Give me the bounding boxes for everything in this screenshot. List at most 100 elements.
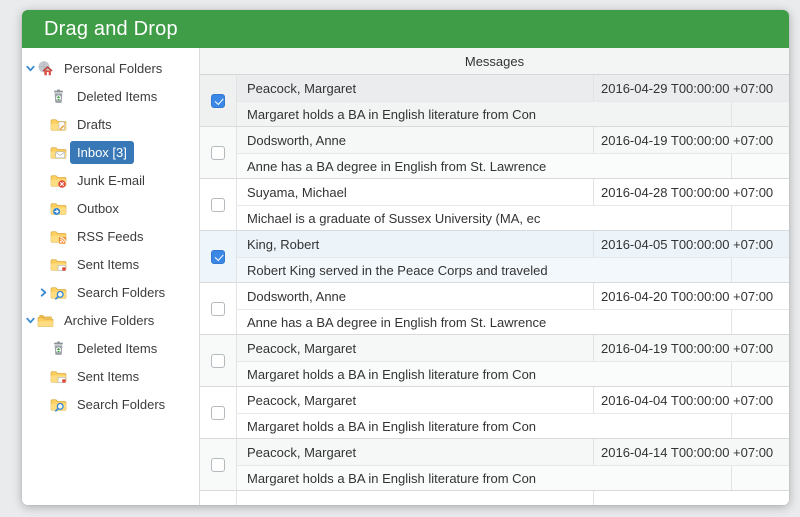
tree-expander xyxy=(37,398,50,411)
message-date: 2016-04-20 T00:00:00 +07:00 xyxy=(593,283,789,309)
tree-indent xyxy=(24,404,37,405)
tree-indent xyxy=(24,96,37,97)
messages-rows: Peacock, Margaret 2016-04-29 T00:00:00 +… xyxy=(200,75,789,491)
message-date: 2016-04-28 T00:00:00 +07:00 xyxy=(593,179,789,205)
sidebar-item-junk-e-mail[interactable]: Junk E-mail xyxy=(22,166,199,194)
sidebar-item-inbox-3[interactable]: Inbox [3] xyxy=(22,138,199,166)
message-tail-cell xyxy=(731,206,789,230)
message-date: 2016-04-19 T00:00:00 +07:00 xyxy=(593,127,789,153)
personal-folders-root-icon xyxy=(37,60,64,77)
tree-indent xyxy=(24,348,37,349)
message-checkbox[interactable] xyxy=(211,406,225,420)
message-main: Peacock, Margaret 2016-04-14 T00:00:00 +… xyxy=(237,439,789,490)
message-tail-cell xyxy=(731,154,789,178)
message-preview: Margaret holds a BA in English literatur… xyxy=(237,107,731,122)
sidebar-item-label: Personal Folders xyxy=(64,60,162,77)
message-date xyxy=(593,491,789,505)
sidebar-item-drafts[interactable]: Drafts xyxy=(22,110,199,138)
panel-header: Drag and Drop xyxy=(22,10,789,48)
sidebar-item-search-folders[interactable]: Search Folders xyxy=(22,278,199,306)
tree-indent xyxy=(24,152,37,153)
tree-expander xyxy=(37,258,50,271)
tree-indent xyxy=(24,208,37,209)
sidebar-item-label: Search Folders xyxy=(77,396,165,413)
sidebar-item-label: Sent Items xyxy=(77,368,139,385)
tree-expander xyxy=(37,174,50,187)
message-main: Peacock, Margaret 2016-04-04 T00:00:00 +… xyxy=(237,387,789,438)
message-main: Suyama, Michael 2016-04-28 T00:00:00 +07… xyxy=(237,179,789,230)
message-preview: Margaret holds a BA in English literatur… xyxy=(237,367,731,382)
message-date: 2016-04-04 T00:00:00 +07:00 xyxy=(593,387,789,413)
message-checkbox[interactable] xyxy=(211,146,225,160)
message-main: Dodsworth, Anne 2016-04-19 T00:00:00 +07… xyxy=(237,127,789,178)
sidebar-item-search-folders[interactable]: Search Folders xyxy=(22,390,199,418)
folder-tree: Personal Folders Deleted Items Drafts In… xyxy=(22,48,200,505)
message-date: 2016-04-29 T00:00:00 +07:00 xyxy=(593,75,789,101)
message-checkbox[interactable] xyxy=(211,198,225,212)
chevron-down-icon[interactable] xyxy=(24,62,37,75)
sidebar-item-label: Deleted Items xyxy=(77,340,157,357)
message-preview: Anne has a BA degree in English from St.… xyxy=(237,159,731,174)
message-checkbox[interactable] xyxy=(211,302,225,316)
sidebar-item-label: Archive Folders xyxy=(64,312,154,329)
message-row[interactable]: King, Robert 2016-04-05 T00:00:00 +07:00… xyxy=(200,231,789,283)
tree-expander xyxy=(37,146,50,159)
message-row[interactable]: Peacock, Margaret 2016-04-29 T00:00:00 +… xyxy=(200,75,789,127)
drag-and-drop-panel: Drag and Drop Personal Folders Deleted I… xyxy=(22,10,789,505)
message-row[interactable]: Peacock, Margaret 2016-04-19 T00:00:00 +… xyxy=(200,335,789,387)
tree-indent xyxy=(24,236,37,237)
sent-folder-icon xyxy=(50,368,77,385)
page-title: Drag and Drop xyxy=(44,18,178,41)
message-preview: Anne has a BA degree in English from St.… xyxy=(237,315,731,330)
message-preview: Margaret holds a BA in English literatur… xyxy=(237,471,731,486)
sidebar-item-sent-items[interactable]: Sent Items xyxy=(22,250,199,278)
sidebar-item-sent-items[interactable]: Sent Items xyxy=(22,362,199,390)
message-checkbox[interactable] xyxy=(211,354,225,368)
sidebar-item-archive-folders[interactable]: Archive Folders xyxy=(22,306,199,334)
checkbox-cell xyxy=(200,439,237,490)
sidebar-item-label: Search Folders xyxy=(77,284,165,301)
checkbox-cell xyxy=(200,283,237,334)
message-row[interactable]: Peacock, Margaret 2016-04-04 T00:00:00 +… xyxy=(200,387,789,439)
message-row[interactable]: Dodsworth, Anne 2016-04-19 T00:00:00 +07… xyxy=(200,127,789,179)
message-main xyxy=(237,491,789,505)
checkbox-cell xyxy=(200,387,237,438)
sidebar-item-rss-feeds[interactable]: RSS Feeds xyxy=(22,222,199,250)
search-folder-icon xyxy=(50,284,77,301)
message-date: 2016-04-14 T00:00:00 +07:00 xyxy=(593,439,789,465)
sidebar-item-deleted-items[interactable]: Deleted Items xyxy=(22,82,199,110)
messages-grid-title: Messages xyxy=(465,54,524,69)
junk-folder-icon xyxy=(50,172,77,189)
tree-indent xyxy=(24,180,37,181)
tree-indent xyxy=(24,376,37,377)
checkbox-cell xyxy=(200,127,237,178)
message-row[interactable]: Suyama, Michael 2016-04-28 T00:00:00 +07… xyxy=(200,179,789,231)
chevron-down-icon[interactable] xyxy=(24,314,37,327)
message-checkbox[interactable] xyxy=(211,458,225,472)
message-checkbox[interactable] xyxy=(211,94,225,108)
sidebar-item-label: Outbox xyxy=(77,200,119,217)
message-tail-cell xyxy=(731,414,789,438)
sidebar-item-label: Junk E-mail xyxy=(77,172,145,189)
message-preview: Margaret holds a BA in English literatur… xyxy=(237,419,731,434)
sidebar-item-outbox[interactable]: Outbox xyxy=(22,194,199,222)
message-row[interactable]: Dodsworth, Anne 2016-04-20 T00:00:00 +07… xyxy=(200,283,789,335)
checkbox-cell xyxy=(200,491,237,505)
message-row[interactable]: Peacock, Margaret 2016-04-14 T00:00:00 +… xyxy=(200,439,789,491)
checkbox-cell xyxy=(200,75,237,126)
message-sender: Peacock, Margaret xyxy=(237,81,593,96)
message-main: Dodsworth, Anne 2016-04-20 T00:00:00 +07… xyxy=(237,283,789,334)
panel-content: Personal Folders Deleted Items Drafts In… xyxy=(22,48,789,505)
checkbox-cell xyxy=(200,231,237,282)
sidebar-item-personal-folders[interactable]: Personal Folders xyxy=(22,54,199,82)
message-sender: Suyama, Michael xyxy=(237,185,593,200)
tree-expander xyxy=(37,342,50,355)
chevron-right-icon[interactable] xyxy=(37,286,50,299)
sidebar-item-deleted-items[interactable]: Deleted Items xyxy=(22,334,199,362)
message-preview: Michael is a graduate of Sussex Universi… xyxy=(237,211,731,226)
message-sender: Dodsworth, Anne xyxy=(237,133,593,148)
tree-expander xyxy=(37,370,50,383)
message-checkbox[interactable] xyxy=(211,250,225,264)
sidebar-item-label: RSS Feeds xyxy=(77,228,143,245)
archive-folders-root-icon xyxy=(37,312,64,329)
